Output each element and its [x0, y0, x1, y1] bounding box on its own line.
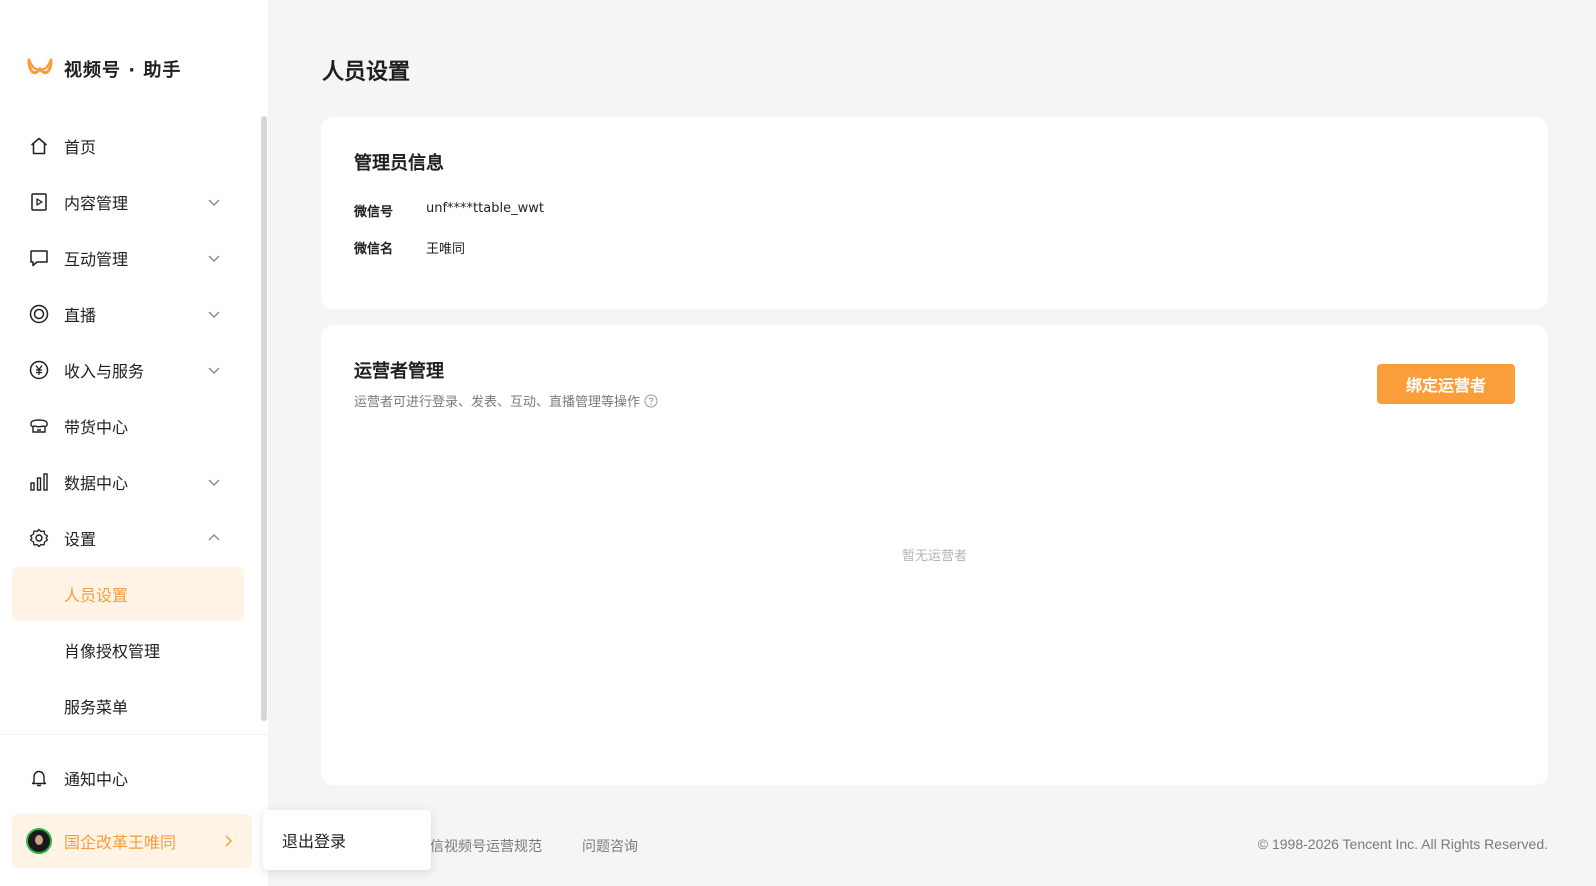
chevron-down-icon [208, 311, 220, 318]
nav-item-content[interactable]: 内容管理 [0, 174, 268, 230]
sub-item-label: 服务菜单 [64, 698, 129, 717]
footer-link-rules[interactable]: 信视频号运营规范 [430, 836, 542, 856]
nav-label: 内容管理 [64, 194, 129, 213]
admin-card-title: 管理员信息 [354, 153, 444, 174]
sub-item-people-settings[interactable]: 人员设置 [12, 567, 244, 621]
nav-item-shop[interactable]: 带货中心 [0, 398, 268, 454]
chevron-right-icon [225, 835, 233, 847]
footer-link-help[interactable]: 问题咨询 [582, 836, 638, 856]
brand-name: 视频号 · 助手 [64, 60, 182, 81]
nav-item-settings[interactable]: 设置 [0, 510, 268, 566]
wechat-name-row: 微信名 王唯同 [354, 238, 465, 257]
chevron-up-icon [208, 534, 220, 541]
nav-label: 收入与服务 [64, 362, 145, 381]
chevron-down-icon [208, 367, 220, 374]
yuan-coin-icon [28, 359, 50, 381]
wechat-id-row: 微信号 unf****ttable_wwt [354, 201, 544, 220]
help-circle-icon[interactable] [644, 394, 658, 408]
sub-item-service-menu[interactable]: 服务菜单 [0, 678, 268, 734]
nav-item-income[interactable]: 收入与服务 [0, 342, 268, 398]
nav-item-live[interactable]: 直播 [0, 286, 268, 342]
operator-description-text: 运营者可进行登录、发表、互动、直播管理等操作 [354, 395, 641, 410]
main-content: 人员设置 管理员信息 微信号 unf****ttable_wwt 微信名 王唯同… [268, 0, 1596, 886]
wechat-id-label: 微信号 [354, 205, 394, 220]
shop-icon [28, 415, 50, 437]
operator-management-card: 运营者管理 运营者可进行登录、发表、互动、直播管理等操作 绑定运营者 暂无运营者 [321, 325, 1548, 785]
chat-bubble-icon [28, 247, 50, 269]
wechat-id-value: unf****ttable_wwt [426, 201, 544, 216]
sidebar-divider [0, 734, 268, 735]
nav-label: 互动管理 [64, 250, 129, 269]
account-switcher[interactable]: 国企改革王唯同 [12, 814, 252, 868]
nav-label: 数据中心 [64, 474, 129, 493]
sub-item-label: 人员设置 [64, 586, 129, 605]
nav-label: 直播 [64, 306, 97, 325]
nav-label: 通知中心 [64, 770, 129, 789]
chevron-down-icon [208, 255, 220, 262]
nav-label: 首页 [64, 138, 97, 157]
wechat-name-label: 微信名 [354, 242, 394, 257]
gear-icon [28, 527, 50, 549]
nav-item-data[interactable]: 数据中心 [0, 454, 268, 510]
bar-chart-icon [28, 471, 50, 493]
nav-item-interaction[interactable]: 互动管理 [0, 230, 268, 286]
chevron-down-icon [208, 479, 220, 486]
copyright: © 1998-2026 Tencent Inc. All Rights Rese… [1257, 836, 1548, 852]
brand-logo[interactable]: 视频号 · 助手 [26, 56, 181, 82]
video-play-icon [28, 191, 50, 213]
account-name: 国企改革王唯同 [64, 833, 177, 852]
logout-label: 退出登录 [282, 832, 347, 851]
footer-links: 信视频号运营规范 问题咨询 [430, 836, 638, 856]
wechat-name-value: 王唯同 [426, 242, 466, 257]
page-title: 人员设置 [322, 60, 411, 85]
bind-operator-button[interactable]: 绑定运营者 [1377, 364, 1515, 404]
bell-icon [28, 767, 50, 789]
main-nav: 首页 内容管理 互动管理 直播 收入与服务 带货中心 数据中心 设置 人员设置 … [0, 118, 268, 734]
nav-label: 设置 [64, 530, 97, 549]
nav-item-notifications[interactable]: 通知中心 [0, 750, 268, 806]
operator-description: 运营者可进行登录、发表、互动、直播管理等操作 [354, 391, 658, 410]
channels-logo-icon [27, 58, 53, 75]
nav-item-home[interactable]: 首页 [0, 118, 268, 174]
home-icon [28, 135, 50, 157]
logout-menu-item[interactable]: 退出登录 [263, 810, 431, 870]
operator-card-title: 运营者管理 [354, 361, 444, 382]
chevron-down-icon [208, 199, 220, 206]
live-circle-icon [28, 303, 50, 325]
nav-label: 带货中心 [64, 418, 129, 437]
sidebar-scrollbar[interactable] [261, 116, 267, 721]
sub-item-label: 肖像授权管理 [64, 642, 161, 661]
sub-item-portrait-auth[interactable]: 肖像授权管理 [0, 622, 268, 678]
sidebar: 视频号 · 助手 首页 内容管理 互动管理 直播 收入与服务 带货中心 数据中心… [0, 0, 268, 886]
empty-state-text: 暂无运营者 [901, 549, 967, 564]
avatar [26, 828, 52, 854]
admin-info-card: 管理员信息 微信号 unf****ttable_wwt 微信名 王唯同 [321, 117, 1548, 309]
